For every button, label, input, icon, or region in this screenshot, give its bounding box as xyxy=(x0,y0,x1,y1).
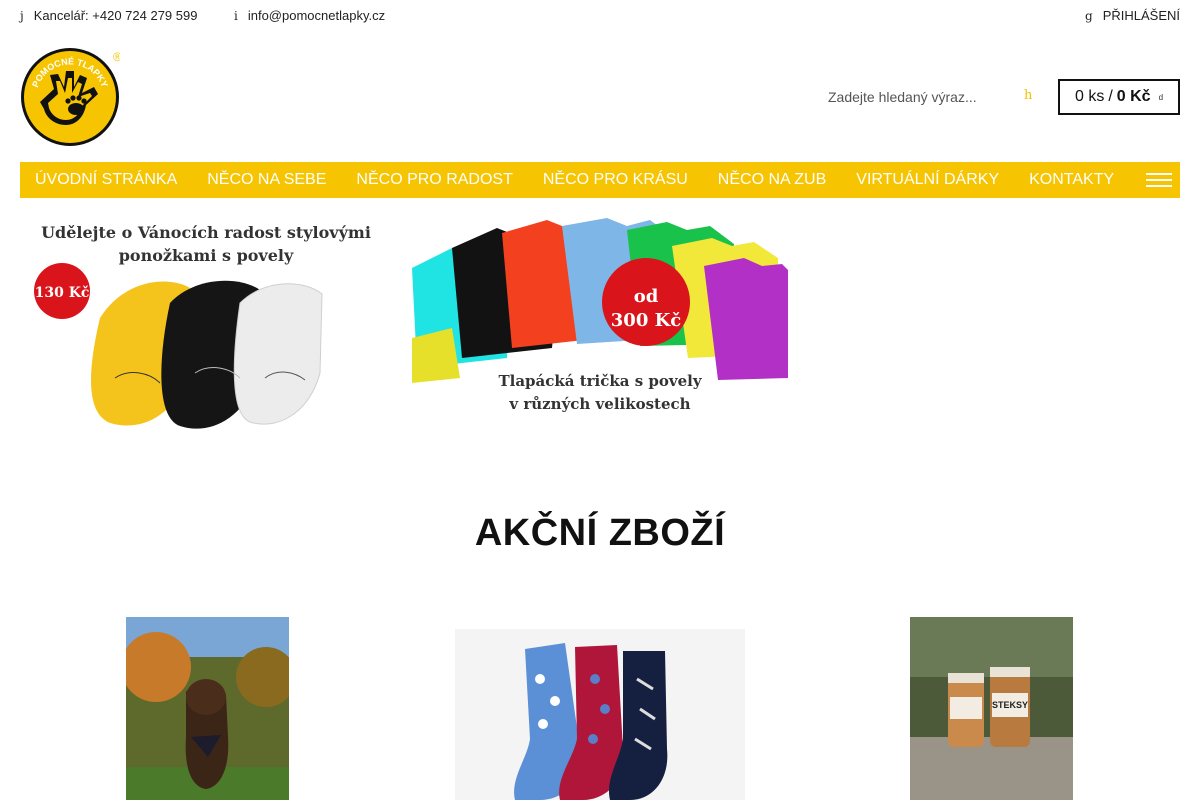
product-image-3[interactable]: STEKSY xyxy=(910,617,1073,800)
banner-tshirts-caption-1: Tlapácká trička s povely xyxy=(498,372,702,390)
mail-icon: i xyxy=(234,8,238,23)
cart-count: 0 ks xyxy=(1074,88,1105,105)
main-nav: ÚVODNÍ STRÁNKA NĚCO NA SEBE NĚCO PRO RAD… xyxy=(20,162,1180,198)
banner-socks-image: Udělejte o Vánocích radost stylovými pon… xyxy=(20,208,392,448)
login-link[interactable]: g PŘIHLÁŠENÍ xyxy=(1085,8,1180,23)
email-contact[interactable]: i info@pomocnetlapky.cz xyxy=(234,8,385,23)
banner-tshirts[interactable]: od 300 Kč Tlapácká trička s povely v růz… xyxy=(412,208,788,448)
banner-socks-headline-1: Udělejte o Vánocích radost stylovými xyxy=(41,223,371,242)
product-photo-socks xyxy=(455,629,745,800)
email-text: info@pomocnetlapky.cz xyxy=(247,8,386,23)
banner-tshirts-price-2: 300 Kč xyxy=(611,310,681,331)
cart-button[interactable]: 0 ks / 0 Kč d xyxy=(1058,79,1180,115)
search-box: h xyxy=(828,80,1038,114)
banner-socks-price: 130 Kč xyxy=(35,285,90,301)
phone-contact[interactable]: j Kancelář: +420 724 279 599 xyxy=(20,8,197,23)
nav-item-virtual-gifts[interactable]: VIRTUÁLNÍ DÁRKY xyxy=(841,171,1014,189)
product-image-2[interactable] xyxy=(455,629,745,800)
top-bar: j Kancelář: +420 724 279 599 i info@pomo… xyxy=(0,0,1200,32)
user-icon: g xyxy=(1085,8,1093,23)
nav-item-food[interactable]: NĚCO NA ZUB xyxy=(703,171,841,189)
logo-graphic: POMOCNÉ TLAPKY ® xyxy=(21,48,122,146)
search-icon[interactable]: h xyxy=(1024,88,1032,103)
phone-icon: j xyxy=(20,8,24,23)
banner-socks-headline-2: ponožkami s povely xyxy=(119,246,294,265)
search-input[interactable] xyxy=(828,80,1008,114)
nav-item-contacts[interactable]: KONTAKTY xyxy=(1014,171,1129,189)
banner-tshirts-image: od 300 Kč Tlapácká trička s povely v růz… xyxy=(412,208,788,448)
product-image-1[interactable] xyxy=(126,617,289,800)
section-title: AKČNÍ ZBOŽÍ xyxy=(474,512,726,554)
login-text: PŘIHLÁŠENÍ xyxy=(1102,8,1180,23)
cart-icon: d xyxy=(1158,92,1164,102)
menu-icon[interactable] xyxy=(1146,173,1172,187)
cart-separator: / xyxy=(1108,88,1113,105)
nav-item-home[interactable]: ÚVODNÍ STRÁNKA xyxy=(20,171,192,189)
registered-mark: ® xyxy=(113,50,120,64)
nav-item-fun[interactable]: NĚCO PRO RADOST xyxy=(341,171,527,189)
site-logo[interactable]: POMOCNÉ TLAPKY ® xyxy=(20,47,122,147)
product-photo-treats: STEKSY xyxy=(910,617,1073,800)
banner-tshirts-price-1: od xyxy=(634,286,659,307)
nav-item-beauty[interactable]: NĚCO PRO KRÁSU xyxy=(528,171,703,189)
banner-socks[interactable]: Udělejte o Vánocích radost stylovými pon… xyxy=(20,208,392,448)
phone-text: Kancelář: +420 724 279 599 xyxy=(33,8,198,23)
nav-item-clothing[interactable]: NĚCO NA SEBE xyxy=(192,171,341,189)
product-3-label: STEKSY xyxy=(992,700,1028,710)
banner-tshirts-caption-2: v různých velikostech xyxy=(508,395,690,413)
product-photo-dog xyxy=(126,617,289,800)
cart-total: 0 Kč xyxy=(1116,88,1151,105)
